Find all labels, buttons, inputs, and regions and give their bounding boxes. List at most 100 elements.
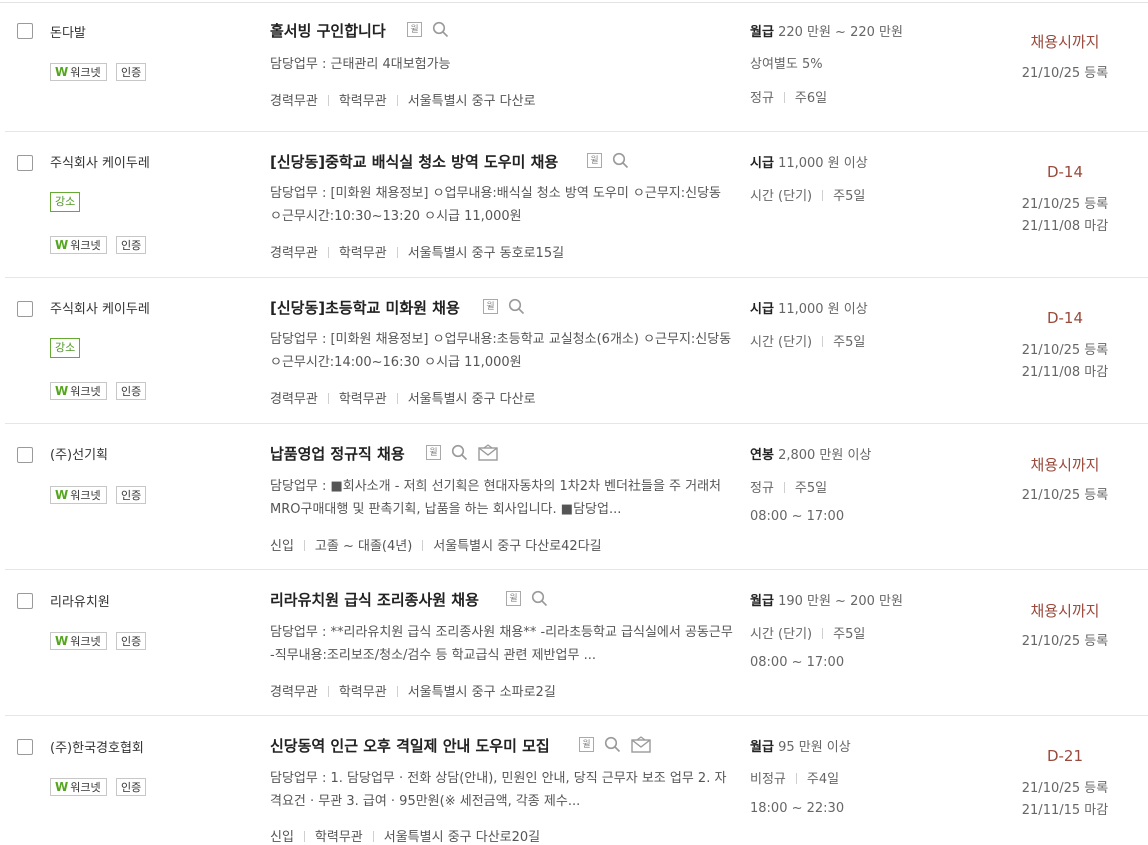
job-conditions: 신입 학력무관 서울특별시 중구 다산로20길 [270,826,540,845]
pay-type: 월급 [750,25,774,40]
education: 학력무관 [338,246,387,261]
deadline: D-21 [1046,747,1084,765]
worknet-logo-icon: W [55,65,69,79]
select-checkbox[interactable] [17,155,33,171]
pay-type: 월급 [750,740,774,755]
scrap-badge-icon[interactable]: 윌 [506,591,521,606]
job-title[interactable]: 신당동역 인근 오후 격일제 안내 도우미 모집 [270,735,550,756]
select-checkbox[interactable] [17,447,33,463]
pay: 시급 11,000 원 이상 [750,152,868,171]
certified-tag: 인증 [116,236,147,254]
dates: 21/10/25 등록 [990,63,1140,85]
education: 학력무관 [338,392,387,407]
job-title[interactable]: [신당동]중학교 배식실 청소 방역 도우미 채용 [270,151,558,172]
search-icon[interactable] [451,444,468,461]
mail-icon[interactable] [478,444,498,461]
job-title[interactable]: 납품영업 정규직 채용 [270,443,405,464]
worknet-tag: W 워크넷 [50,236,107,254]
registered-date: 21/10/25 등록 [1021,66,1109,81]
job-description: 담당업무 : ■회사소개 - 저희 선기획은 현대자동차의 1차2차 벤더社들을… [270,479,722,517]
education: 학력무관 [338,685,387,700]
pay: 월급 220 만원 ~ 220 만원 [750,21,903,40]
dates: 21/10/25 등록 21/11/15 마감 [990,778,1140,822]
job-description: 담당업무 : **리라유치원 급식 조리종사원 채용** -리라초등학교 급식실… [270,625,733,663]
worknet-tag: W 워크넷 [50,382,107,400]
pay-amount: 220 만원 ~ 220 만원 [778,25,903,40]
job-meta: 시간 (단기) 주5일 [750,331,865,350]
company-name[interactable]: 리라유치원 [50,591,110,610]
gangso-tag: 강소 [50,192,81,212]
pay: 월급 95 만원 이상 [750,736,851,755]
pay-amount: 11,000 원 이상 [778,156,868,171]
work-hours: 08:00 ~ 17:00 [750,509,845,524]
job-description: 담당업무 : [미화원 채용정보] ㅇ업무내용:배식실 청소 방역 도우미 ㅇ근… [270,186,722,224]
search-icon[interactable] [508,298,525,315]
search-icon[interactable] [612,152,629,169]
pay-extra: 상여별도 5% [750,57,823,72]
work-days: 주5일 [833,189,866,204]
pay: 월급 190 만원 ~ 200 만원 [750,590,903,609]
experience: 신입 [270,830,294,845]
scrap-badge-icon[interactable]: 윌 [579,737,594,752]
job-conditions: 경력무관 학력무관 서울특별시 중구 동호로15길 [270,242,564,261]
location: 서울특별시 중구 다산로42다길 [433,539,602,554]
company-name[interactable]: 돈다발 [50,22,86,41]
job-description: 담당업무 : 근태관리 4대보험가능 [270,57,451,72]
scrap-badge-icon[interactable]: 윌 [483,299,498,314]
dates: 21/10/25 등록 21/11/08 마감 [990,194,1140,238]
scrap-badge-icon[interactable]: 윌 [426,445,441,460]
work-days: 주5일 [833,335,866,350]
search-icon[interactable] [604,736,621,753]
employment-type: 시간 (단기) [750,189,813,204]
job-title[interactable]: 홀서빙 구인합니다 [270,20,386,41]
experience: 경력무관 [270,685,318,700]
worknet-logo-icon: W [55,384,69,398]
experience: 신입 [270,539,294,554]
certified-tag: 인증 [116,382,147,400]
dates: 21/10/25 등록 [990,631,1140,653]
select-checkbox[interactable] [17,739,33,755]
deadline: D-14 [1046,163,1084,181]
pay-type: 시급 [750,302,774,317]
job-row: 돈다발 W 워크넷 인증 홀서빙 구인합니다 윌 담당업무 : 근태관리 4대보험… [0,0,1148,132]
registered-date: 21/10/25 등록 [1021,634,1109,649]
closing-date: 21/11/08 마감 [1021,219,1109,234]
job-title[interactable]: [신당동]초등학교 미화원 채용 [270,297,460,318]
experience: 경력무관 [270,392,318,407]
company-name[interactable]: 주식회사 케이두레 [50,152,150,171]
search-icon[interactable] [531,590,548,607]
pay-type: 시급 [750,156,774,171]
gangso-tag: 강소 [50,338,81,358]
mail-icon[interactable] [631,736,651,753]
certified-tag: 인증 [116,632,147,650]
pay-type: 월급 [750,594,774,609]
worknet-tag: W 워크넷 [50,632,107,650]
job-row: 주식회사 케이두레 강소 W 워크넷 인증 [신당동]중학교 배식실 청소 방역 … [0,132,1148,278]
scrap-badge-icon[interactable]: 윌 [587,153,602,168]
search-icon[interactable] [432,21,449,38]
location: 서울특별시 중구 다산로 [407,94,536,109]
certified-tag: 인증 [116,778,147,796]
pay-amount: 190 만원 ~ 200 만원 [778,594,903,609]
worknet-logo-icon: W [55,488,69,502]
company-name[interactable]: (주)한국경호협회 [50,737,144,756]
job-title[interactable]: 리라유치원 급식 조리종사원 채용 [270,589,479,610]
worknet-tag: W 워크넷 [50,63,107,81]
dates: 21/10/25 등록 21/11/08 마감 [990,340,1140,384]
experience: 경력무관 [270,246,318,261]
education: 학력무관 [338,94,387,109]
location: 서울특별시 중구 소파로2길 [407,685,556,700]
select-checkbox[interactable] [17,23,33,39]
job-row: 주식회사 케이두레 강소 W 워크넷 인증 [신당동]초등학교 미화원 채용 윌 … [0,278,1148,424]
employment-type: 시간 (단기) [750,335,813,350]
job-meta: 시간 (단기) 주5일 [750,185,865,204]
select-checkbox[interactable] [17,593,33,609]
select-checkbox[interactable] [17,301,33,317]
company-name[interactable]: 주식회사 케이두레 [50,298,150,317]
scrap-badge-icon[interactable]: 윌 [407,22,422,37]
work-days: 주5일 [833,627,866,642]
work-hours: 18:00 ~ 22:30 [750,801,845,816]
pay: 연봉 2,800 만원 이상 [750,444,871,463]
company-name[interactable]: (주)선기획 [50,444,108,463]
experience: 경력무관 [270,94,318,109]
